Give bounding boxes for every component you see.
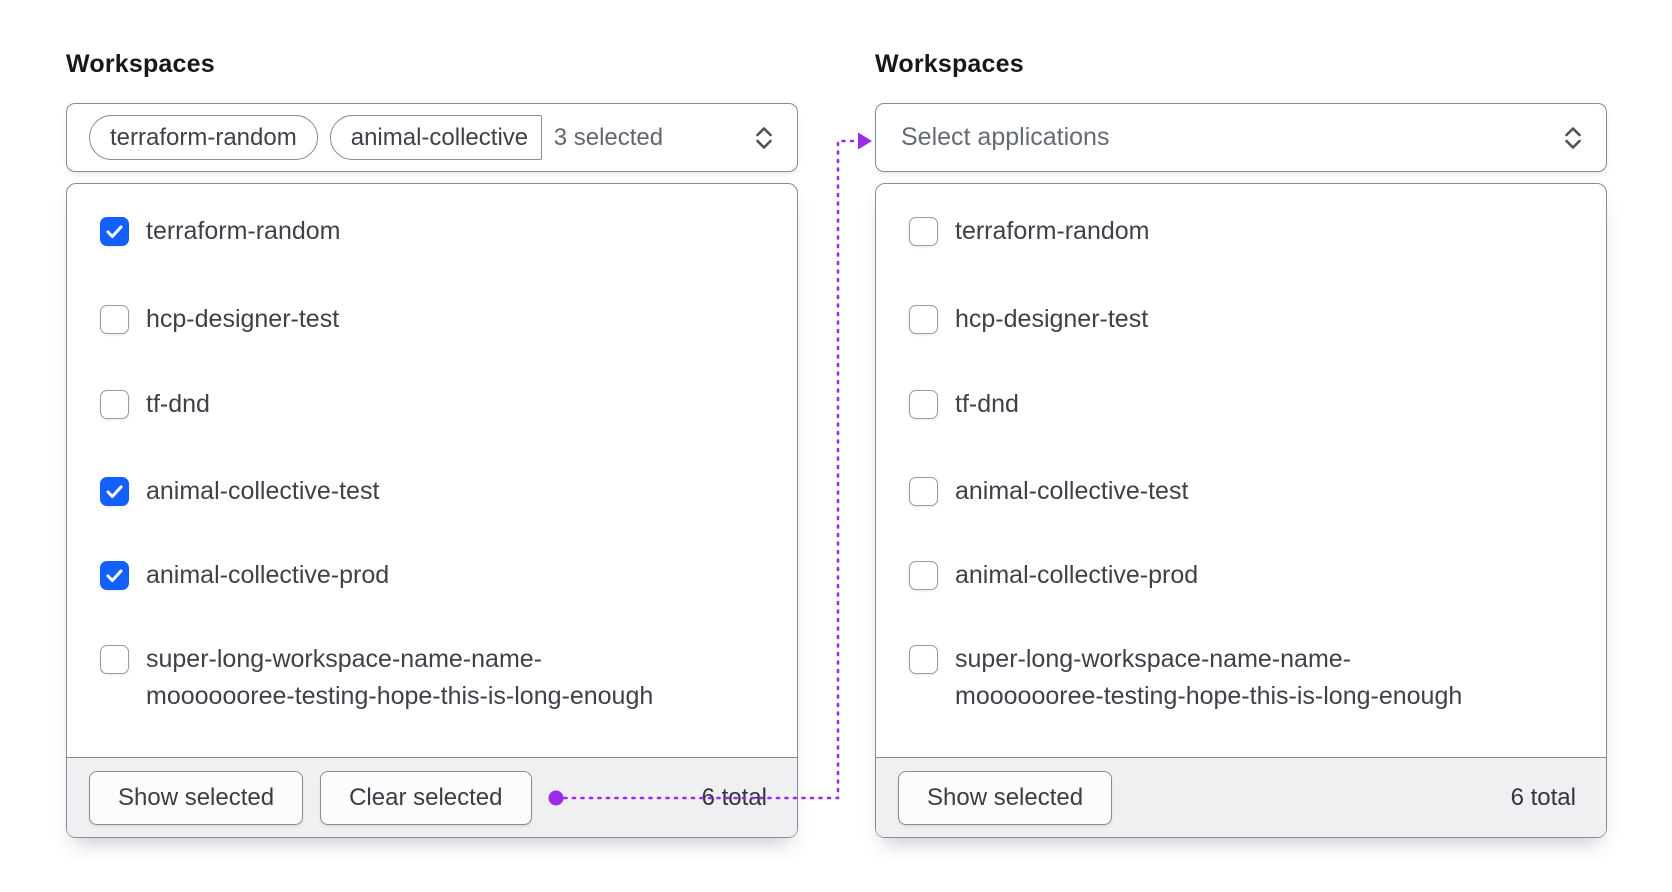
option-label: hcp-designer-test xyxy=(146,305,340,333)
option-row[interactable]: animal-collective-test xyxy=(100,477,771,510)
applications-listbox: terraform-random hcp-designer-test tf-dn… xyxy=(875,183,1607,838)
option-label: animal-collective-test xyxy=(146,477,380,505)
checkbox[interactable] xyxy=(909,477,938,506)
applications-multiselect-trigger[interactable]: Select applications xyxy=(875,103,1607,172)
option-row[interactable]: tf-dnd xyxy=(100,390,771,423)
arrowhead-icon xyxy=(858,132,872,150)
checkbox[interactable] xyxy=(100,305,129,334)
show-selected-button[interactable]: Show selected xyxy=(898,770,1113,825)
listbox-footer: Show selected Clear selected 6 total xyxy=(67,757,797,837)
option-label: terraform-random xyxy=(955,217,1150,245)
option-label-line1: super-long-workspace-name-name- xyxy=(146,645,542,673)
option-label: hcp-designer-test xyxy=(955,305,1149,333)
option-label-line2: mooooooree-testing-hope-this-is-long-eno… xyxy=(146,682,654,710)
checkbox[interactable] xyxy=(909,305,938,334)
workspaces-label: Workspaces xyxy=(875,50,1024,78)
clear-selected-button[interactable]: Clear selected xyxy=(320,770,532,825)
workspaces-listbox: terraform-random hcp-designer-test tf-dn… xyxy=(66,183,798,838)
option-label: super-long-workspace-name-name-moooooore… xyxy=(955,641,1462,715)
option-row[interactable]: super-long-workspace-name-name-moooooore… xyxy=(909,645,1580,715)
checkbox[interactable] xyxy=(100,390,129,419)
workspaces-multiselect-trigger[interactable]: terraform-random animal-collective 3 sel… xyxy=(66,103,798,172)
option-row[interactable]: super-long-workspace-name-name-moooooore… xyxy=(100,645,771,715)
total-count: 6 total xyxy=(1510,783,1576,811)
checkbox[interactable] xyxy=(100,645,129,674)
option-row[interactable]: animal-collective-prod xyxy=(909,561,1580,594)
chevron-up-down-icon xyxy=(756,126,772,149)
chevron-up-down-icon xyxy=(1565,126,1581,149)
checkbox[interactable] xyxy=(909,561,938,590)
option-row[interactable]: tf-dnd xyxy=(909,390,1580,423)
workspaces-label: Workspaces xyxy=(66,50,215,78)
option-label-line1: super-long-workspace-name-name- xyxy=(955,645,1351,673)
check-icon xyxy=(106,225,123,238)
option-label: super-long-workspace-name-name-moooooore… xyxy=(146,641,653,715)
checkbox[interactable] xyxy=(909,645,938,674)
option-label: terraform-random xyxy=(146,217,341,245)
checkbox[interactable] xyxy=(909,390,938,419)
option-label-line2: mooooooree-testing-hope-this-is-long-eno… xyxy=(955,682,1463,710)
multiselect-demo-canvas: Workspaces terraform-random animal-colle… xyxy=(0,0,1672,892)
check-icon xyxy=(106,485,123,498)
selected-count: 3 selected xyxy=(553,123,664,151)
checkbox[interactable] xyxy=(909,217,938,246)
selected-tag-truncated[interactable]: animal-collective xyxy=(329,115,542,160)
checkbox[interactable] xyxy=(100,217,129,246)
option-row[interactable]: hcp-designer-test xyxy=(909,305,1580,338)
option-label: tf-dnd xyxy=(146,390,210,418)
selected-tag[interactable]: terraform-random xyxy=(89,115,318,160)
option-row[interactable]: terraform-random xyxy=(909,217,1580,250)
option-label: animal-collective-prod xyxy=(955,561,1199,589)
option-label: animal-collective-prod xyxy=(146,561,390,589)
listbox-footer: Show selected 6 total xyxy=(876,757,1606,837)
trigger-placeholder: Select applications xyxy=(901,123,1110,151)
option-row[interactable]: animal-collective-test xyxy=(909,477,1580,510)
show-selected-button[interactable]: Show selected xyxy=(89,770,304,825)
option-row[interactable]: animal-collective-prod xyxy=(100,561,771,594)
total-count: 6 total xyxy=(701,783,767,811)
option-label: tf-dnd xyxy=(955,390,1019,418)
checkbox[interactable] xyxy=(100,561,129,590)
option-row[interactable]: terraform-random xyxy=(100,217,771,250)
option-row[interactable]: hcp-designer-test xyxy=(100,305,771,338)
checkbox[interactable] xyxy=(100,477,129,506)
check-icon xyxy=(106,569,123,582)
option-label: animal-collective-test xyxy=(955,477,1189,505)
